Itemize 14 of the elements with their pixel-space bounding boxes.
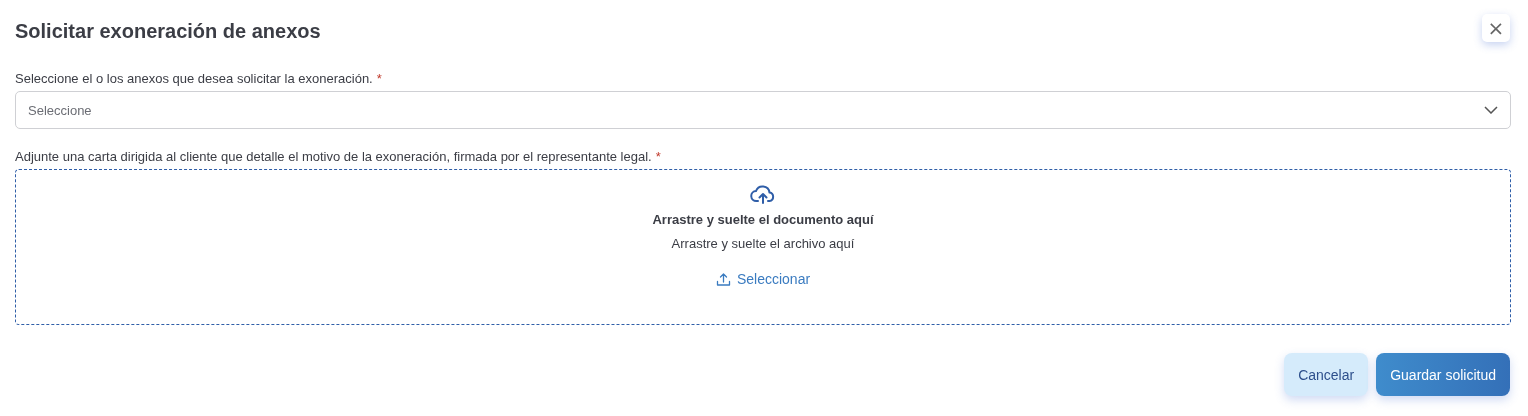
upload-dropzone[interactable]: Arrastre y suelte el documento aquí Arrastre y suelte el archivo aquí Seleccionar	[15, 169, 1511, 325]
upload-icon	[715, 271, 731, 287]
dropzone-title: Arrastre y suelte el documento aquí	[652, 212, 874, 227]
cancel-button[interactable]: Cancelar	[1284, 353, 1369, 396]
close-button[interactable]: ×	[1482, 14, 1510, 42]
field-label: Seleccione el o los anexos que desea solicitar la exoneración. *	[15, 71, 383, 86]
dialog-title: Solicitar exoneración de anexos	[15, 20, 321, 43]
save-button[interactable]: Guardar solicitud	[1376, 353, 1510, 396]
cloud-upload-icon	[750, 184, 776, 204]
chevron-down-icon	[1484, 106, 1498, 114]
select-file-link[interactable]: Seleccionar	[715, 271, 811, 287]
dropzone-hint: Arrastre y suelte el archivo aquí	[671, 236, 855, 251]
select-field[interactable]: Seleccione	[15, 91, 1511, 129]
field-label: Adjunte una carta dirigida al cliente que detalle el motivo de la exoneración, firmada por el representante legal. *	[15, 149, 662, 164]
